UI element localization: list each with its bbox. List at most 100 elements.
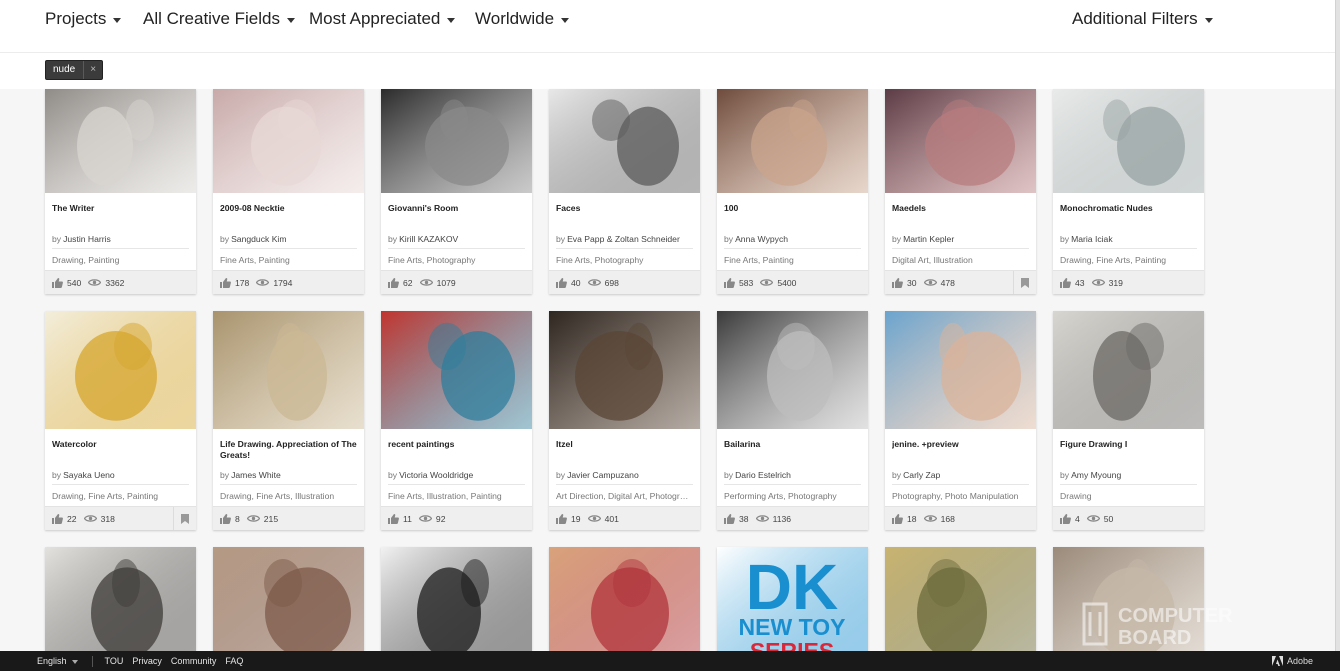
project-thumbnail[interactable] — [717, 311, 868, 429]
project-card[interactable] — [1053, 547, 1204, 667]
project-thumbnail[interactable] — [381, 89, 532, 193]
project-title[interactable]: Watercolor — [52, 439, 189, 467]
appreciations-stat: 11 — [388, 513, 412, 524]
location-filter[interactable]: Worldwide — [475, 9, 570, 29]
project-title[interactable]: Itzel — [556, 439, 693, 467]
project-card[interactable]: recent paintings by Victoria Wooldridge F… — [381, 311, 532, 530]
creative-fields-filter[interactable]: All Creative Fields — [143, 9, 295, 29]
project-card[interactable] — [213, 547, 364, 667]
project-thumbnail[interactable] — [381, 547, 532, 667]
project-card[interactable]: Faces by Eva Papp & Zoltan Schneider Fine… — [549, 89, 700, 294]
project-card[interactable]: Monochromatic Nudes by Maria Iciak Drawin… — [1053, 89, 1204, 294]
project-thumbnail[interactable] — [1053, 89, 1204, 193]
project-card[interactable]: Giovanni's Room by Kirill KAZAKOV Fine Ar… — [381, 89, 532, 294]
owner-name-link[interactable]: Kirill KAZAKOV — [399, 234, 458, 244]
footer-link-faq[interactable]: FAQ — [225, 656, 243, 666]
project-thumbnail[interactable] — [213, 89, 364, 193]
project-thumbnail[interactable] — [45, 311, 196, 429]
owner-name-link[interactable]: Victoria Wooldridge — [399, 470, 473, 480]
project-title[interactable]: recent paintings — [388, 439, 525, 467]
additional-filters-label: Additional Filters — [1072, 9, 1198, 28]
owner-name-link[interactable]: Anna Wypych — [735, 234, 788, 244]
project-thumbnail[interactable] — [213, 311, 364, 429]
project-title[interactable]: 2009-08 Necktie — [220, 203, 357, 231]
owner-name-link[interactable]: Martin Kepler — [903, 234, 954, 244]
project-card[interactable]: The Writer by Justin Harris Drawing, Pain… — [45, 89, 196, 294]
owner-name-link[interactable]: Justin Harris — [63, 234, 111, 244]
owner-name-link[interactable]: Sayaka Ueno — [63, 470, 115, 480]
project-card[interactable] — [885, 547, 1036, 667]
project-card[interactable]: DKNEW TOYSERIES — [717, 547, 868, 667]
project-card[interactable] — [381, 547, 532, 667]
project-card[interactable]: Itzel by Javier Campuzano Art Direction, … — [549, 311, 700, 530]
project-thumbnail[interactable]: DKNEW TOYSERIES — [717, 547, 868, 667]
owner-name-link[interactable]: Eva Papp & Zoltan Schneider — [567, 234, 680, 244]
content-type-filter[interactable]: Projects — [45, 9, 122, 29]
search-tag: nude × — [45, 60, 104, 80]
project-title[interactable]: Life Drawing. Appreciation of The Greats… — [220, 439, 357, 467]
sort-filter[interactable]: Most Appreciated — [309, 9, 456, 29]
project-thumbnail[interactable] — [549, 547, 700, 667]
project-thumbnail[interactable] — [45, 89, 196, 193]
project-card[interactable] — [549, 547, 700, 667]
project-card[interactable]: 2009-08 Necktie by Sangduck Kim Fine Arts… — [213, 89, 364, 294]
language-selector[interactable]: English — [37, 656, 78, 666]
by-label: by — [724, 470, 734, 480]
project-title[interactable]: 100 — [724, 203, 861, 231]
bookmark-button[interactable] — [1013, 271, 1036, 294]
project-title[interactable]: Monochromatic Nudes — [1060, 203, 1197, 231]
bookmark-button[interactable] — [173, 507, 196, 530]
project-card[interactable]: Bailarina by Dario Estelrich Performing A… — [717, 311, 868, 530]
project-thumbnail[interactable] — [1053, 547, 1204, 667]
additional-filters-button[interactable]: Additional Filters — [1072, 9, 1213, 29]
appreciations-count: 19 — [571, 513, 581, 524]
project-thumbnail[interactable] — [549, 89, 700, 193]
project-title[interactable]: Figure Drawing I — [1060, 439, 1197, 467]
owner-name-link[interactable]: Carly Zap — [903, 470, 940, 480]
owner-name-link[interactable]: James White — [231, 470, 281, 480]
project-card[interactable]: 100 by Anna Wypych Fine Arts, Painting 58… — [717, 89, 868, 294]
owner-name-link[interactable]: Amy Myoung — [1071, 470, 1121, 480]
adobe-brand[interactable]: Adobe — [1271, 656, 1313, 666]
project-owner: by Anna Wypych — [724, 234, 861, 249]
owner-name-link[interactable]: Maria Iciak — [1071, 234, 1113, 244]
page-scrollbar[interactable] — [1335, 0, 1340, 651]
project-card[interactable]: jenine. +preview by Carly Zap Photography… — [885, 311, 1036, 530]
project-thumbnail[interactable] — [213, 547, 364, 667]
project-thumbnail[interactable] — [885, 89, 1036, 193]
project-title[interactable]: jenine. +preview — [892, 439, 1029, 467]
project-thumbnail[interactable] — [1053, 311, 1204, 429]
project-title[interactable]: The Writer — [52, 203, 189, 231]
views-stat: 168 — [923, 514, 955, 524]
views-eye-icon — [88, 279, 102, 286]
project-thumbnail[interactable] — [885, 311, 1036, 429]
thumbs-up-icon — [388, 513, 399, 524]
project-card[interactable] — [45, 547, 196, 667]
project-thumbnail[interactable] — [549, 311, 700, 429]
footer-link-privacy[interactable]: Privacy — [132, 656, 162, 666]
project-title[interactable]: Giovanni's Room — [388, 203, 525, 231]
project-title[interactable]: Maedels — [892, 203, 1029, 231]
project-title[interactable]: Faces — [556, 203, 693, 231]
project-thumbnail[interactable] — [717, 89, 868, 193]
footer-link-tou[interactable]: TOU — [105, 656, 124, 666]
appreciations-count: 11 — [403, 513, 412, 524]
appreciations-stat: 19 — [556, 513, 581, 524]
project-card[interactable]: Figure Drawing I by Amy Myoung Drawing 4 … — [1053, 311, 1204, 530]
remove-tag-icon[interactable]: × — [83, 61, 102, 79]
project-card[interactable]: Watercolor by Sayaka Ueno Drawing, Fine A… — [45, 311, 196, 530]
project-card[interactable]: Maedels by Martin Kepler Digital Art, Ill… — [885, 89, 1036, 294]
owner-name-link[interactable]: Dario Estelrich — [735, 470, 791, 480]
project-thumbnail[interactable] — [45, 547, 196, 667]
language-label: English — [37, 656, 67, 666]
owner-name-link[interactable]: Javier Campuzano — [567, 470, 639, 480]
project-card[interactable]: Life Drawing. Appreciation of The Greats… — [213, 311, 364, 530]
appreciations-stat: 18 — [892, 513, 917, 524]
project-thumbnail[interactable] — [885, 547, 1036, 667]
views-eye-icon — [246, 515, 260, 522]
project-owner: by Kirill KAZAKOV — [388, 234, 525, 249]
project-thumbnail[interactable] — [381, 311, 532, 429]
footer-link-community[interactable]: Community — [171, 656, 217, 666]
owner-name-link[interactable]: Sangduck Kim — [231, 234, 286, 244]
project-title[interactable]: Bailarina — [724, 439, 861, 467]
